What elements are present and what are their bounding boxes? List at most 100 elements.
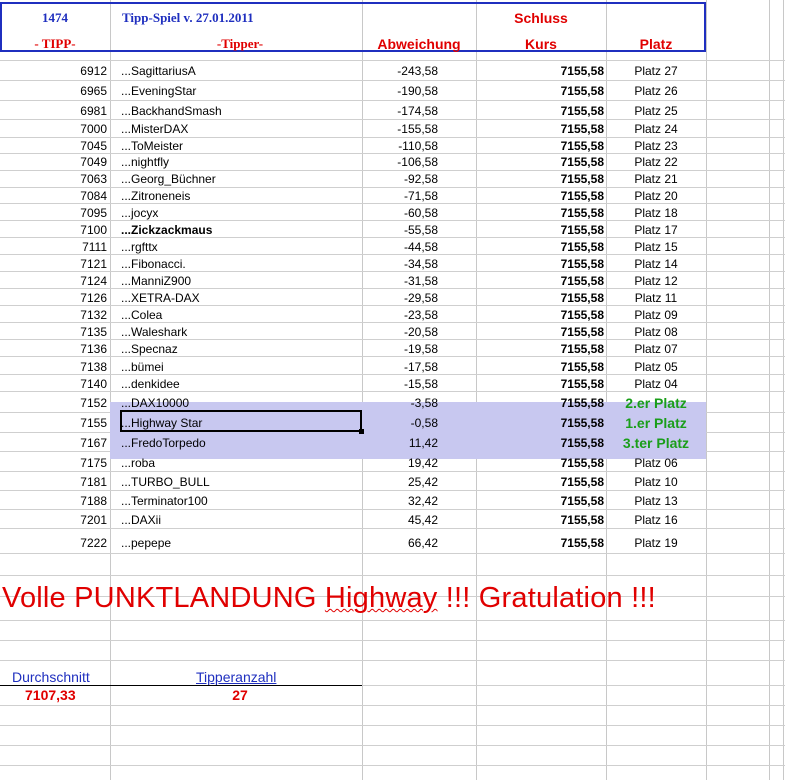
cell-tipper-name[interactable]: ...ManniZ900 (121, 274, 191, 288)
cell-platz[interactable]: Platz 06 (606, 456, 706, 470)
cell-abweichung[interactable]: -15,58 (362, 377, 438, 391)
average-value[interactable]: 7107,33 (25, 688, 76, 702)
cell-tipp[interactable]: 7136 (0, 342, 107, 356)
cell-tipp[interactable]: 7121 (0, 257, 107, 271)
cell-tipper-name[interactable]: ...DAX10000 (121, 396, 189, 410)
cell-tipper-name[interactable]: ...Zitroneneis (121, 189, 190, 203)
cell-tipp[interactable]: 7140 (0, 377, 107, 391)
cell-abweichung[interactable]: -29,58 (362, 291, 438, 305)
cell-tipper-name[interactable]: ...roba (121, 456, 155, 470)
cell-abweichung[interactable]: -31,58 (362, 274, 438, 288)
cell-tipp[interactable]: 7138 (0, 360, 107, 374)
cell-abweichung[interactable]: -60,58 (362, 206, 438, 220)
cell-tipp[interactable]: 7124 (0, 274, 107, 288)
cell-abweichung[interactable]: -19,58 (362, 342, 438, 356)
cell-tipp[interactable]: 7063 (0, 172, 107, 186)
cell-kurs[interactable]: 7155,58 (476, 223, 604, 237)
cell-kurs[interactable]: 7155,58 (476, 513, 604, 527)
cell-platz[interactable]: Platz 07 (606, 342, 706, 356)
cell-platz[interactable]: Platz 25 (606, 104, 706, 118)
cell-platz[interactable]: Platz 13 (606, 494, 706, 508)
cell-platz[interactable]: Platz 16 (606, 513, 706, 527)
cell-tipp[interactable]: 7201 (0, 513, 107, 527)
cell-platz[interactable]: Platz 22 (606, 155, 706, 169)
cell-kurs[interactable]: 7155,58 (476, 189, 604, 203)
cell-kurs[interactable]: 7155,58 (476, 325, 604, 339)
cell-abweichung[interactable]: 25,42 (362, 475, 438, 489)
cell-tipp[interactable]: 7084 (0, 189, 107, 203)
cell-tipp[interactable]: 7000 (0, 122, 107, 136)
cell-tipp[interactable]: 7049 (0, 155, 107, 169)
cell-tipper-name[interactable]: ...BackhandSmash (121, 104, 222, 118)
cell-abweichung[interactable]: -106,58 (362, 155, 438, 169)
cell-tipper-name[interactable]: ...DAXii (121, 513, 161, 527)
cell-tipp[interactable]: 7152 (0, 396, 107, 410)
cell-kurs[interactable]: 7155,58 (476, 416, 604, 430)
cell-tipp[interactable]: 6965 (0, 84, 107, 98)
cell-tipp[interactable]: 7100 (0, 223, 107, 237)
cell-kurs[interactable]: 7155,58 (476, 172, 604, 186)
cell-kurs[interactable]: 7155,58 (476, 274, 604, 288)
cell-abweichung[interactable]: -17,58 (362, 360, 438, 374)
header-number[interactable]: 1474 (20, 11, 90, 25)
cell-tipp[interactable]: 7167 (0, 436, 107, 450)
col-header-tipp[interactable]: - TIPP- (5, 37, 105, 51)
cell-platz[interactable]: Platz 05 (606, 360, 706, 374)
cell-kurs[interactable]: 7155,58 (476, 84, 604, 98)
cell-platz[interactable]: Platz 10 (606, 475, 706, 489)
cell-abweichung[interactable]: -243,58 (362, 64, 438, 78)
cell-tipper-name[interactable]: ...Specnaz (121, 342, 178, 356)
cell-platz[interactable]: Platz 08 (606, 325, 706, 339)
cell-abweichung[interactable]: -23,58 (362, 308, 438, 322)
cell-tipper-name[interactable]: ...rgfttx (121, 240, 158, 254)
cell-abweichung[interactable]: 45,42 (362, 513, 438, 527)
cell-kurs[interactable]: 7155,58 (476, 377, 604, 391)
cell-tipper-name[interactable]: ...EveningStar (121, 84, 196, 98)
col-header-abweichung[interactable]: Abweichung (362, 37, 476, 51)
cell-kurs[interactable]: 7155,58 (476, 291, 604, 305)
cell-platz[interactable]: Platz 23 (606, 139, 706, 153)
cell-tipper-name[interactable]: ...nightfly (121, 155, 169, 169)
cell-kurs[interactable]: 7155,58 (476, 360, 604, 374)
cell-kurs[interactable]: 7155,58 (476, 122, 604, 136)
cell-tipper-name[interactable]: ...Fibonacci. (121, 257, 186, 271)
cell-abweichung[interactable]: -20,58 (362, 325, 438, 339)
cell-platz[interactable]: 3.ter Platz (606, 436, 706, 450)
cell-tipp[interactable]: 7135 (0, 325, 107, 339)
cell-tipp[interactable]: 6981 (0, 104, 107, 118)
cell-kurs[interactable]: 7155,58 (476, 436, 604, 450)
header-title[interactable]: Tipp-Spiel v. 27.01.2011 (122, 11, 254, 25)
cell-tipp[interactable]: 7188 (0, 494, 107, 508)
cell-abweichung[interactable]: 66,42 (362, 536, 438, 550)
cell-kurs[interactable]: 7155,58 (476, 308, 604, 322)
cell-tipp[interactable]: 7175 (0, 456, 107, 470)
cell-abweichung[interactable]: -0,58 (362, 416, 438, 430)
cell-platz[interactable]: Platz 12 (606, 274, 706, 288)
cell-platz[interactable]: Platz 20 (606, 189, 706, 203)
cell-platz[interactable]: Platz 17 (606, 223, 706, 237)
cell-tipp[interactable]: 7111 (0, 240, 107, 254)
cell-tipper-name[interactable]: ...pepepe (121, 536, 171, 550)
cell-abweichung[interactable]: -3,58 (362, 396, 438, 410)
cell-platz[interactable]: Platz 04 (606, 377, 706, 391)
col-header-tipper[interactable]: -Tipper- (180, 37, 300, 51)
cell-abweichung[interactable]: -110,58 (362, 139, 438, 153)
cell-tipp[interactable]: 7181 (0, 475, 107, 489)
cell-tipp[interactable]: 7222 (0, 536, 107, 550)
cell-abweichung[interactable]: -71,58 (362, 189, 438, 203)
cell-tipper-name[interactable]: ...Zickzackmaus (121, 223, 212, 237)
col-header-kurs[interactable]: Kurs (476, 37, 606, 51)
cell-kurs[interactable]: 7155,58 (476, 475, 604, 489)
cell-platz[interactable]: Platz 18 (606, 206, 706, 220)
cell-abweichung[interactable]: 11,42 (362, 436, 438, 450)
cell-tipper-name[interactable]: ...ToMeister (121, 139, 183, 153)
average-label[interactable]: Durchschnitt (12, 670, 90, 684)
cell-abweichung[interactable]: 19,42 (362, 456, 438, 470)
cell-kurs[interactable]: 7155,58 (476, 342, 604, 356)
cell-tipper-name[interactable]: ...bümei (121, 360, 164, 374)
cell-tipper-name[interactable]: ...TURBO_BULL (121, 475, 210, 489)
cell-abweichung[interactable]: -34,58 (362, 257, 438, 271)
cell-abweichung[interactable]: -44,58 (362, 240, 438, 254)
cell-tipper-name[interactable]: ...Georg_Büchner (121, 172, 216, 186)
cell-tipper-name[interactable]: ...Terminator100 (121, 494, 208, 508)
